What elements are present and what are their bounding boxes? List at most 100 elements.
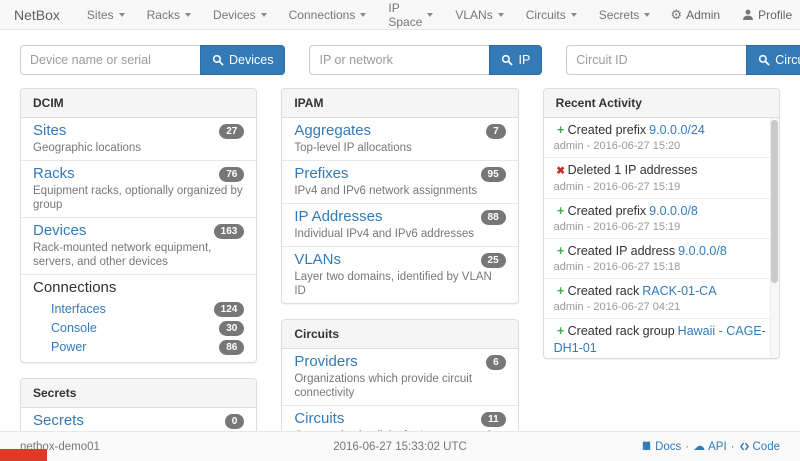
vlans-count-badge: 25: [481, 253, 506, 268]
power-link[interactable]: Power: [51, 339, 86, 355]
prefixes-count-badge: 95: [481, 167, 506, 182]
ip-addresses-count-badge: 88: [481, 210, 506, 225]
providers-description: Organizations which provide circuit conn…: [294, 372, 505, 400]
scrollbar-track[interactable]: [770, 118, 779, 358]
nav-item-racks[interactable]: Racks: [136, 0, 202, 30]
device-search-button[interactable]: Devices: [200, 45, 285, 75]
nav-item-connections[interactable]: Connections: [278, 0, 378, 30]
sites-description: Geographic locations: [33, 141, 244, 155]
nav-item-devices[interactable]: Devices: [202, 0, 278, 30]
activity-meta: admin - 2016-06-27 15:19: [554, 181, 768, 194]
secrets-link[interactable]: Secrets: [33, 412, 84, 430]
activity-row: Created rackRACK-01-CA admin - 2016-06-2…: [544, 279, 770, 319]
list-item-sites: Sites 27 Geographic locations: [21, 118, 256, 161]
recent-activity-panel: Recent Activity Created prefix9.0.0.0/24…: [543, 88, 780, 359]
circuit-search-input[interactable]: [566, 45, 746, 75]
power-count-badge: 86: [219, 340, 244, 355]
racks-link[interactable]: Racks: [33, 165, 75, 183]
brand-logo[interactable]: NetBox: [14, 7, 60, 23]
caret-down-icon: [427, 13, 433, 17]
devices-count-badge: 163: [214, 224, 245, 239]
prefixes-link[interactable]: Prefixes: [294, 165, 348, 183]
nav-item-ip-space[interactable]: IP Space: [377, 0, 444, 30]
sites-count-badge: 27: [219, 124, 244, 139]
profile-link[interactable]: Profile: [733, 0, 800, 30]
racks-description: Equipment racks, optionally organized by…: [33, 184, 244, 212]
circuits-link[interactable]: Circuits: [294, 410, 344, 428]
hostname-label: netbox-demo01: [20, 441, 240, 453]
plus-icon: [554, 283, 568, 300]
dcim-panel-title: DCIM: [21, 89, 256, 118]
caret-down-icon: [571, 13, 577, 17]
cloud-icon: ☁: [693, 441, 705, 452]
activity-target-link[interactable]: 9.0.0.0/8: [649, 204, 698, 218]
search-icon: [501, 54, 513, 66]
scrollbar-thumb[interactable]: [771, 120, 778, 283]
activity-target-link[interactable]: RACK-01-CA: [642, 284, 716, 298]
footer-links: Docs · ☁ API · Code: [560, 441, 780, 453]
nav-item-sites[interactable]: Sites: [76, 0, 136, 30]
secrets-count-badge: 0: [225, 414, 245, 429]
ipam-panel: IPAM Aggregates7 Top-level IP allocation…: [281, 88, 518, 304]
connections-row-console: Console 30: [33, 319, 244, 338]
delete-icon: [554, 163, 568, 180]
device-search-input[interactable]: [20, 45, 200, 75]
code-icon: [739, 441, 750, 452]
connections-row-power: Power 86: [33, 338, 244, 357]
caret-down-icon: [119, 13, 125, 17]
ip-addresses-link[interactable]: IP Addresses: [294, 208, 382, 226]
providers-link[interactable]: Providers: [294, 353, 357, 371]
code-link[interactable]: Code: [739, 441, 781, 453]
vlans-description: Layer two domains, identified by VLAN ID: [294, 270, 505, 298]
sites-link[interactable]: Sites: [33, 122, 66, 140]
docs-link[interactable]: Docs: [641, 441, 681, 453]
plus-icon: [554, 323, 568, 340]
search-row: Devices IP Circuits: [0, 30, 800, 88]
device-search-group: Devices: [20, 45, 285, 75]
caret-down-icon: [644, 13, 650, 17]
activity-row: Deleted 1 IP addresses admin - 2016-06-2…: [544, 158, 770, 199]
list-item-vlans: VLANs 25 Layer two domains, identified by…: [282, 247, 517, 303]
dcim-panel: DCIM Sites27 Geographic locations Racks7…: [20, 88, 257, 363]
nav-item-secrets[interactable]: Secrets: [588, 0, 662, 30]
providers-count-badge: 6: [486, 355, 506, 370]
list-item-prefixes: Prefixes95 IPv4 and IPv6 network assignm…: [282, 161, 517, 204]
nav-item-circuits[interactable]: Circuits: [515, 0, 588, 30]
ip-search-input[interactable]: [309, 45, 489, 75]
activity-target-link[interactable]: 9.0.0.0/8: [678, 244, 727, 258]
column-dcim: DCIM Sites27 Geographic locations Racks7…: [20, 88, 257, 461]
plus-icon: [554, 122, 568, 139]
server-timestamp: 2016-06-27 15:33:02 UTC: [240, 441, 560, 453]
activity-meta: admin - 2016-06-27 15:19: [554, 221, 768, 234]
main-content: DCIM Sites27 Geographic locations Racks7…: [0, 88, 800, 461]
devices-link[interactable]: Devices: [33, 222, 86, 240]
caret-down-icon: [360, 13, 366, 17]
plus-icon: [554, 243, 568, 260]
caret-down-icon: [498, 13, 504, 17]
admin-link[interactable]: ⚙ Admin: [661, 0, 729, 30]
activity-action: Deleted 1 IP addresses: [568, 163, 698, 177]
console-link[interactable]: Console: [51, 320, 97, 336]
plus-icon: [554, 203, 568, 220]
list-item-providers: Providers 6 Organizations which provide c…: [282, 349, 517, 406]
nav-item-vlans[interactable]: VLANs: [444, 0, 514, 30]
activity-target-link[interactable]: 9.0.0.0/24: [649, 123, 705, 137]
ip-search-button[interactable]: IP: [489, 45, 542, 75]
list-item-devices: Devices163 Rack-mounted network equipmen…: [21, 218, 256, 275]
activity-row: Created IP address9.0.0.0/8 admin - 2016…: [544, 239, 770, 279]
connections-row-interfaces: Interfaces 124: [33, 300, 244, 319]
console-count-badge: 30: [219, 321, 244, 336]
interfaces-link[interactable]: Interfaces: [51, 301, 106, 317]
search-icon: [758, 54, 770, 66]
nav-utilities: ⚙ Admin Profile Log out: [661, 0, 800, 30]
recent-activity-body: Created prefix9.0.0.0/24 admin - 2016-06…: [544, 118, 779, 358]
circuit-search-button[interactable]: Circuits: [746, 45, 800, 75]
list-item-ip-addresses: IP Addresses88 Individual IPv4 and IPv6 …: [282, 204, 517, 247]
aggregates-link[interactable]: Aggregates: [294, 122, 371, 140]
activity-action: Created rack group: [568, 324, 675, 338]
list-item-connections: Connections Interfaces 124 Console 30 Po…: [21, 275, 256, 362]
gear-icon: ⚙: [670, 9, 682, 21]
api-link[interactable]: ☁ API: [693, 441, 727, 453]
vlans-link[interactable]: VLANs: [294, 251, 341, 269]
connections-title: Connections: [33, 279, 244, 297]
